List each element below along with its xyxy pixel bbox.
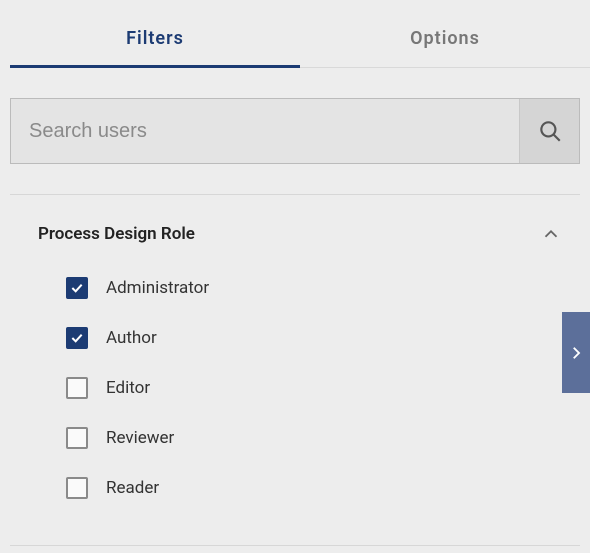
- option-label: Reader: [106, 478, 159, 498]
- checkbox-icon: [66, 477, 88, 499]
- tab-filters[interactable]: Filters: [10, 0, 300, 68]
- expand-handle[interactable]: [562, 312, 590, 393]
- option-administrator[interactable]: Administrator: [66, 263, 580, 313]
- role-options: Administrator Author Editor Reviewer Rea…: [10, 263, 580, 513]
- option-author[interactable]: Author: [66, 313, 580, 363]
- option-label: Reviewer: [106, 428, 174, 448]
- checkbox-icon: [66, 327, 88, 349]
- panel-title: Process Design Role: [38, 224, 195, 244]
- checkbox-icon: [66, 277, 88, 299]
- search-container: [10, 98, 580, 164]
- search-button[interactable]: [519, 99, 579, 163]
- chevron-right-icon: [567, 344, 585, 362]
- tab-options[interactable]: Options: [300, 0, 590, 67]
- checkbox-icon: [66, 377, 88, 399]
- option-label: Editor: [106, 378, 150, 398]
- panel-process-design-role: Process Design Role Administrator Author…: [10, 194, 580, 546]
- panel-toggle[interactable]: Process Design Role: [10, 195, 580, 263]
- option-editor[interactable]: Editor: [66, 363, 580, 413]
- checkbox-icon: [66, 427, 88, 449]
- tab-bar: Filters Options: [10, 0, 590, 68]
- option-label: Administrator: [106, 278, 209, 298]
- search-icon: [537, 118, 563, 144]
- option-reader[interactable]: Reader: [66, 463, 580, 513]
- chevron-up-icon: [540, 223, 562, 245]
- option-reviewer[interactable]: Reviewer: [66, 413, 580, 463]
- option-label: Author: [106, 328, 157, 348]
- search-input[interactable]: [11, 99, 519, 163]
